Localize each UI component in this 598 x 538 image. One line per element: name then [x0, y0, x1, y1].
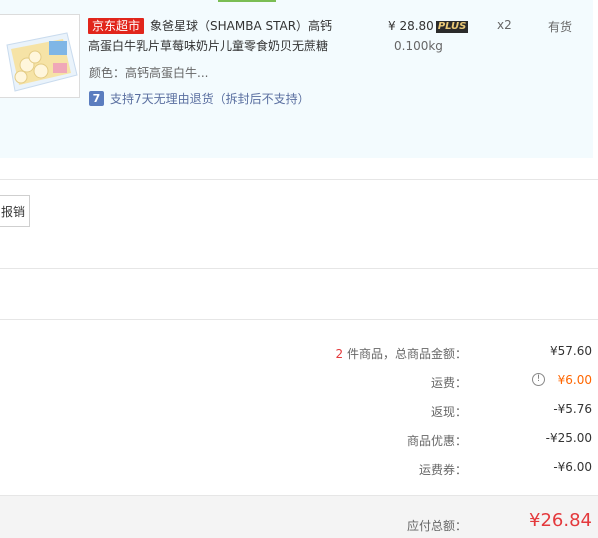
- product-image-icon: [0, 15, 79, 97]
- total-label: 应付总额：: [406, 519, 467, 533]
- product-price: ¥ 28.80 PLUS: [388, 16, 469, 36]
- tab-indicator: [218, 0, 276, 2]
- store-badge: 京东超市: [88, 18, 145, 34]
- total-bar: [0, 495, 598, 538]
- shipping-label: 运费：: [430, 376, 467, 390]
- items-total-label: 2 件商品，总商品金额：: [336, 345, 467, 362]
- price-value: ¥ 28.80: [388, 19, 434, 33]
- return-policy-text[interactable]: 支持7天无理由退货（拆封后不支持）: [110, 90, 310, 107]
- discount-label: 商品优惠：: [406, 434, 467, 448]
- cashback-value: -¥5.76: [553, 402, 592, 416]
- product-thumbnail[interactable]: [0, 14, 80, 98]
- info-icon[interactable]: !: [532, 373, 545, 386]
- divider: [0, 319, 598, 320]
- product-weight: 0.100kg: [394, 39, 443, 53]
- cashback-label: 返现：: [430, 405, 467, 419]
- discount-value: -¥25.00: [545, 431, 592, 445]
- items-total-value: ¥57.60: [550, 344, 592, 358]
- product-color: 颜色：高钙高蛋白牛...: [89, 66, 209, 80]
- reimburse-button[interactable]: 报销: [0, 195, 30, 227]
- total-value: ¥26.84: [529, 510, 592, 531]
- reimburse-button-label: 报销: [0, 204, 25, 219]
- product-title[interactable]: 京东超市 象爸星球（SHAMBA STAR）高钙高蛋白牛乳片草莓味奶片儿童零食奶贝…: [88, 16, 338, 56]
- shipping-coupon-label: 运费券：: [418, 463, 467, 477]
- return-policy[interactable]: 7 支持7天无理由退货（拆封后不支持）: [89, 90, 310, 107]
- stock-status: 有货: [548, 20, 573, 34]
- plus-badge: PLUS: [435, 21, 469, 33]
- divider: [0, 268, 598, 269]
- seven-day-return-icon: 7: [89, 91, 104, 106]
- items-total-label-text: 件商品，总商品金额：: [343, 347, 467, 361]
- shipping-value: ¥6.00: [557, 373, 592, 387]
- product-quantity: x2: [497, 18, 512, 32]
- shipping-coupon-value: -¥6.00: [553, 460, 592, 474]
- divider: [0, 179, 598, 180]
